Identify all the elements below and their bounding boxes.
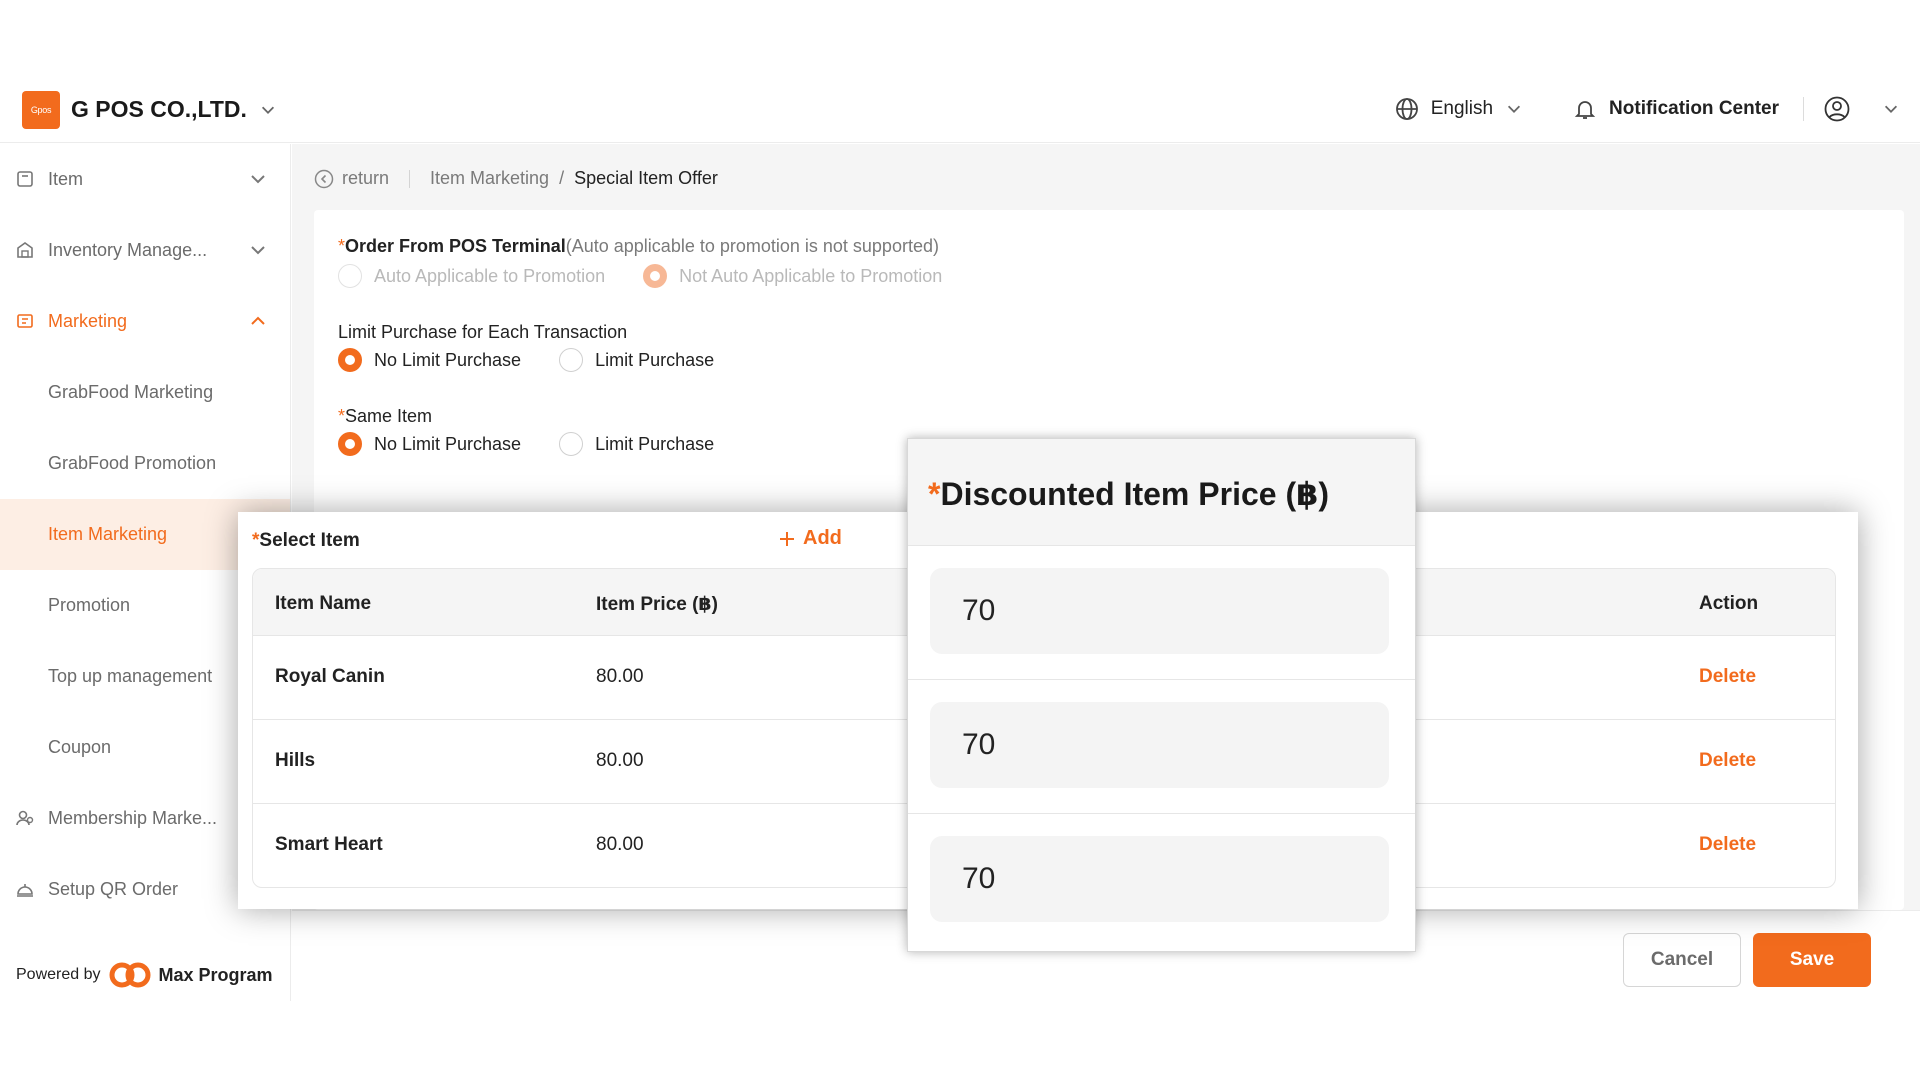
language-selector[interactable]: English xyxy=(1395,97,1523,121)
sidebar-item-label: Item xyxy=(48,169,84,189)
radio-not-auto-applicable[interactable]: Not Auto Applicable to Promotion xyxy=(643,264,942,288)
item-name: Hills xyxy=(275,750,316,771)
column-discounted-price: *Discounted Item Price (฿) xyxy=(908,439,1415,545)
back-circle-icon xyxy=(314,169,334,188)
delete-link[interactable]: Delete xyxy=(1699,666,1756,688)
discounted-price-input[interactable] xyxy=(930,568,1389,654)
user-menu[interactable] xyxy=(1824,96,1900,122)
company-name: G POS CO.,LTD. xyxy=(71,96,247,122)
user-avatar-icon xyxy=(1824,96,1850,122)
sidebar-item-marketing[interactable]: Marketing xyxy=(0,286,290,357)
same-item-label: *Same Item xyxy=(338,406,433,426)
chevron-down-icon xyxy=(251,175,265,184)
breadcrumb-slash: / xyxy=(559,168,565,188)
required-mark: * xyxy=(338,406,346,426)
select-item-title: *Select Item xyxy=(252,530,360,551)
chevron-up-icon xyxy=(251,316,265,325)
sidebar-item-label: Top up management xyxy=(48,666,213,686)
item-name: Royal Canin xyxy=(275,666,385,687)
column-item-price: Item Price (฿) xyxy=(596,594,718,615)
return-link[interactable]: return xyxy=(314,168,389,189)
sidebar-item-label: Setup QR Order xyxy=(48,879,179,899)
chevron-down-icon xyxy=(1884,105,1898,113)
radio-limit-purchase[interactable]: Limit Purchase xyxy=(559,348,714,372)
qr-order-icon xyxy=(17,884,33,897)
chevron-down-icon xyxy=(1508,105,1521,113)
powered-by-text: Powered by xyxy=(16,966,101,983)
sidebar-item-label: Coupon xyxy=(48,737,112,757)
discounted-price-input[interactable] xyxy=(930,836,1389,922)
limit-purchase-label: Limit Purchase for Each Transaction xyxy=(338,322,628,342)
bell-icon xyxy=(1574,101,1596,119)
inventory-icon xyxy=(17,242,33,258)
discounted-price-row xyxy=(908,813,1415,947)
save-button[interactable]: Save xyxy=(1753,933,1871,987)
sidebar-item-label: GrabFood Marketing xyxy=(48,382,214,402)
radio-same-item-limit[interactable]: Limit Purchase xyxy=(559,432,714,456)
column-item-name: Item Name xyxy=(275,593,372,614)
add-item-button[interactable]: Add xyxy=(779,527,842,550)
discounted-price-column-zoom: *Discounted Item Price (฿) xyxy=(907,438,1416,952)
return-label: return xyxy=(342,168,390,188)
discounted-price-input[interactable] xyxy=(930,702,1389,788)
required-mark: * xyxy=(928,476,941,512)
discounted-price-row xyxy=(908,679,1415,813)
column-action: Action xyxy=(1699,593,1759,614)
add-item-label: Add xyxy=(803,527,842,549)
breadcrumb: return Item Marketing / Special Item Off… xyxy=(314,168,718,189)
item-icon xyxy=(17,171,33,187)
company-logo: Gpos xyxy=(22,91,60,129)
header-divider xyxy=(1803,97,1804,121)
chevron-down-icon xyxy=(251,246,265,255)
item-price: 80.00 xyxy=(596,834,644,855)
item-price: 80.00 xyxy=(596,750,644,771)
limit-purchase-options: No Limit Purchase Limit Purchase xyxy=(338,348,752,372)
sidebar-item-label: Inventory Manage... xyxy=(48,240,208,260)
delete-link[interactable]: Delete xyxy=(1699,834,1756,856)
item-price: 80.00 xyxy=(596,666,644,687)
top-header: Gpos G POS CO.,LTD. English Notification… xyxy=(0,53,1920,143)
breadcrumb-divider xyxy=(409,169,411,188)
chevron-down-icon xyxy=(261,106,274,114)
breadcrumb-parent[interactable]: Item Marketing xyxy=(430,168,549,189)
breadcrumb-current: Special Item Offer xyxy=(574,168,718,188)
sidebar-item-label: GrabFood Promotion xyxy=(48,453,217,473)
sidebar-item-label: Marketing xyxy=(48,311,128,331)
sidebar-item-label: Item Marketing xyxy=(48,524,168,544)
radio-auto-applicable[interactable]: Auto Applicable to Promotion xyxy=(338,264,605,288)
brand-name: Max Program xyxy=(158,964,273,985)
marketing-icon xyxy=(17,314,33,328)
membership-icon xyxy=(16,810,34,826)
radio-same-item-no-limit[interactable]: No Limit Purchase xyxy=(338,432,521,456)
cancel-button[interactable]: Cancel xyxy=(1623,933,1741,987)
notification-label: Notification Center xyxy=(1609,98,1779,119)
order-from-pos-options: Auto Applicable to Promotion Not Auto Ap… xyxy=(338,264,980,288)
discounted-price-row xyxy=(908,545,1415,679)
max-program-logo-icon xyxy=(109,962,150,988)
language-label: English xyxy=(1430,98,1494,119)
delete-link[interactable]: Delete xyxy=(1699,750,1756,772)
sidebar-item-grabfood-promotion[interactable]: GrabFood Promotion xyxy=(0,428,290,499)
notification-center[interactable]: Notification Center xyxy=(1573,97,1779,121)
item-name: Smart Heart xyxy=(275,834,383,855)
company-switcher[interactable]: G POS CO.,LTD. xyxy=(71,96,277,123)
radio-no-limit-purchase[interactable]: No Limit Purchase xyxy=(338,348,521,372)
sidebar-item-item[interactable]: Item xyxy=(0,144,290,215)
sidebar-item-inventory[interactable]: Inventory Manage... xyxy=(0,215,290,286)
powered-by: Powered by Max Program xyxy=(16,961,273,989)
order-from-pos-label: *Order From POS Terminal(Auto applicable… xyxy=(338,236,939,256)
sidebar-item-label: Promotion xyxy=(48,595,131,615)
globe-icon xyxy=(1395,98,1418,120)
sidebar-item-grabfood-marketing[interactable]: GrabFood Marketing xyxy=(0,357,290,428)
sidebar-item-label: Membership Marke... xyxy=(48,808,218,828)
same-item-options: No Limit Purchase Limit Purchase xyxy=(338,432,752,456)
required-mark: * xyxy=(338,236,346,256)
plus-icon xyxy=(780,531,794,546)
